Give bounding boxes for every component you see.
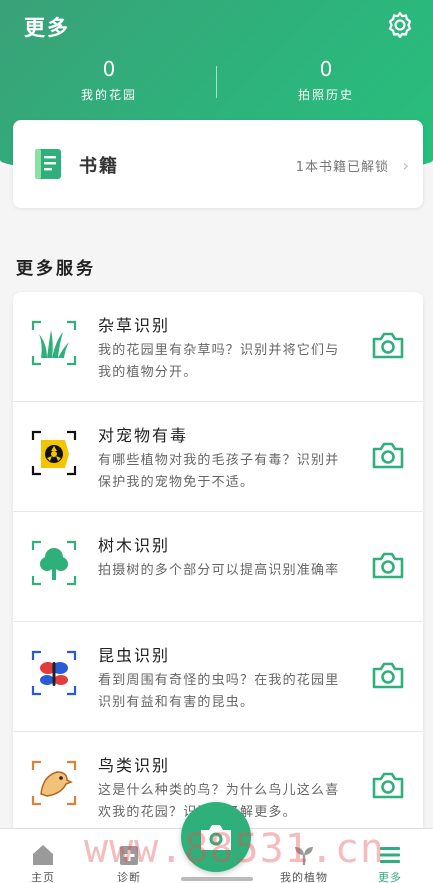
camera-icon[interactable] [371, 330, 405, 360]
insect-icon [31, 650, 77, 696]
settings-gear-icon[interactable] [385, 10, 415, 40]
service-desc: 我的花园里有杂草吗？识别并将它们与我的植物分开。 [98, 343, 340, 380]
service-desc: 有哪些植物对我的毛孩子有毒？识别并保护我的宠物免于不适。 [98, 453, 340, 490]
stat-label: 我的花园 [80, 88, 137, 102]
section-title: 更多服务 [16, 259, 96, 279]
bird-icon [31, 760, 77, 806]
camera-icon[interactable] [371, 440, 405, 470]
home-indicator [181, 877, 253, 881]
service-desc: 拍摄树的多个部分可以提高识别准确率 [98, 563, 340, 578]
chevron-right-icon: › [402, 156, 409, 175]
service-name: 鸟类识别 [98, 756, 171, 775]
tree-icon [31, 540, 77, 586]
page-title: 更多 [24, 16, 70, 40]
tab-label: 主页 [31, 871, 55, 883]
camera-icon[interactable] [371, 550, 405, 580]
service-pet-toxic[interactable]: 对宠物有毒 有哪些植物对我的毛孩子有毒？识别并保护我的宠物免于不适。 [13, 402, 423, 512]
service-name: 昆虫识别 [98, 646, 171, 665]
stat-photo-history[interactable]: 0 拍照历史 [226, 56, 426, 103]
grass-icon [31, 320, 77, 366]
watermark-text: www.88531.cn [84, 826, 385, 872]
toxic-icon [31, 430, 77, 476]
stat-my-garden[interactable]: 0 我的花园 [9, 56, 209, 103]
books-card[interactable]: 书籍 1本书籍已解锁 › [13, 120, 423, 208]
camera-icon[interactable] [371, 770, 405, 800]
service-name: 对宠物有毒 [98, 426, 189, 445]
stat-value: 0 [319, 57, 333, 81]
books-title: 书籍 [79, 156, 119, 177]
camera-icon[interactable] [371, 660, 405, 690]
service-name: 杂草识别 [98, 316, 171, 335]
service-tree-id[interactable]: 树木识别 拍摄树的多个部分可以提高识别准确率 [13, 512, 423, 622]
book-icon [35, 149, 61, 179]
service-desc: 看到周围有奇怪的虫吗？在我的花园里识别有益和有害的昆虫。 [98, 673, 340, 710]
stat-divider [216, 66, 217, 98]
books-unlock-status: 1本书籍已解锁 [295, 160, 389, 175]
stat-value: 0 [102, 57, 116, 81]
service-insect-id[interactable]: 昆虫识别 看到周围有奇怪的虫吗？在我的花园里识别有益和有害的昆虫。 [13, 622, 423, 732]
services-list: 杂草识别 我的花园里有杂草吗？识别并将它们与我的植物分开。 对宠物有毒 有哪些植… [13, 292, 423, 852]
home-icon [30, 843, 56, 867]
service-name: 树木识别 [98, 536, 171, 555]
service-weed-id[interactable]: 杂草识别 我的花园里有杂草吗？识别并将它们与我的植物分开。 [13, 292, 423, 402]
tab-home[interactable]: 主页 [0, 829, 86, 883]
stat-label: 拍照历史 [297, 88, 354, 102]
